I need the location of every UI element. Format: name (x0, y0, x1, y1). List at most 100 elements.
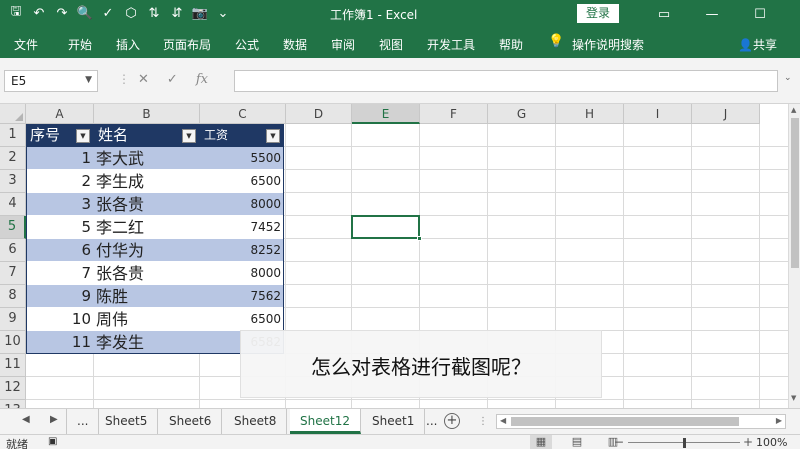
table-header-cell[interactable]: 工资 ▼ (200, 124, 284, 147)
table-cell-name[interactable]: 张各贵 (94, 193, 200, 216)
row-header-3[interactable]: 3 (0, 170, 26, 193)
table-cell-id[interactable]: 5 (26, 216, 94, 239)
vertical-scroll-thumb[interactable] (791, 118, 799, 268)
horizontal-scroll-thumb[interactable] (511, 417, 739, 426)
filter-dropdown-icon[interactable]: ▼ (76, 129, 90, 143)
table-cell-id[interactable]: 11 (26, 331, 94, 354)
share-button[interactable]: 👤共享 (738, 36, 777, 53)
close-icon[interactable]: ✕ (784, 0, 800, 28)
table-cell-salary[interactable]: 7562 (200, 285, 284, 308)
column-header-f[interactable]: F (420, 104, 488, 124)
vertical-scrollbar[interactable]: ▲ ▼ (788, 104, 800, 408)
table-header-cell[interactable]: 序号 ▼ (26, 124, 94, 147)
tab-page-layout[interactable]: 页面布局 (163, 36, 211, 53)
formula-bar-splitter-icon[interactable]: ⋮ (118, 72, 130, 86)
prev-sheet-icon[interactable]: ◀ (22, 414, 30, 425)
table-cell-id[interactable]: 9 (26, 285, 94, 308)
login-button[interactable]: 登录 (577, 4, 619, 23)
filter-dropdown-icon[interactable]: ▼ (266, 129, 280, 143)
table-cell-salary[interactable]: 8000 (200, 262, 284, 285)
spelling-icon[interactable]: ✓ (98, 3, 118, 23)
horizontal-scrollbar[interactable]: ◀ ▶ (496, 414, 786, 429)
sort-ascending-icon[interactable]: ⇅ (144, 3, 164, 23)
formula-input[interactable] (234, 70, 778, 92)
table-cell-name[interactable]: 李发生 (94, 331, 200, 354)
column-header-i[interactable]: I (624, 104, 692, 124)
camera-icon[interactable]: 📷 (190, 3, 210, 23)
select-all-button[interactable] (0, 104, 26, 124)
row-header-12[interactable]: 12 (0, 377, 26, 400)
table-cell-name[interactable]: 陈胜 (94, 285, 200, 308)
column-header-e[interactable]: E (352, 104, 420, 124)
column-header-j[interactable]: J (692, 104, 760, 124)
normal-view-icon[interactable]: ▦ (530, 435, 552, 449)
table-cell-salary[interactable]: 6500 (200, 170, 284, 193)
table-cell-id[interactable]: 7 (26, 262, 94, 285)
scroll-right-icon[interactable]: ▶ (776, 416, 782, 425)
filter-dropdown-icon[interactable]: ▼ (182, 129, 196, 143)
tab-home[interactable]: 开始 (68, 36, 92, 53)
row-header-9[interactable]: 9 (0, 308, 26, 331)
table-cell-id[interactable]: 6 (26, 239, 94, 262)
undo-icon[interactable]: ↶ (29, 3, 49, 23)
zoom-in-icon[interactable]: + (743, 435, 753, 449)
tell-me-search[interactable]: 操作说明搜索 (572, 36, 644, 53)
tab-review[interactable]: 审阅 (331, 36, 355, 53)
tab-insert[interactable]: 插入 (116, 36, 140, 53)
cancel-icon[interactable]: ✕ (138, 72, 149, 87)
customize-qat-icon[interactable]: ⌄ (213, 3, 233, 23)
tab-developer[interactable]: 开发工具 (427, 36, 475, 53)
tab-split-handle-icon[interactable]: ⋮ (478, 416, 488, 427)
share-workbook-icon[interactable]: ⬡ (121, 3, 141, 23)
table-cell-salary[interactable]: 5500 (200, 147, 284, 170)
tab-view[interactable]: 视图 (379, 36, 403, 53)
scroll-down-icon[interactable]: ▼ (791, 394, 796, 402)
column-header-d[interactable]: D (286, 104, 352, 124)
sheet-tab-sheet12[interactable]: Sheet12 (290, 409, 361, 434)
sheet-tab-sheet6[interactable]: Sheet6 (159, 409, 223, 434)
page-layout-view-icon[interactable]: ▤ (566, 435, 588, 449)
row-header-7[interactable]: 7 (0, 262, 26, 285)
column-header-b[interactable]: B (94, 104, 200, 124)
sheet-tab-sheet5[interactable]: Sheet5 (95, 409, 159, 434)
table-cell-id[interactable]: 10 (26, 308, 94, 331)
table-cell-name[interactable]: 李大武 (94, 147, 200, 170)
save-icon[interactable]: 🖫 (6, 3, 26, 23)
add-sheet-icon[interactable]: + (444, 413, 460, 429)
print-preview-icon[interactable]: 🔍 (75, 3, 95, 23)
tab-data[interactable]: 数据 (283, 36, 307, 53)
table-cell-salary[interactable]: 7452 (200, 216, 284, 239)
row-header-8[interactable]: 8 (0, 285, 26, 308)
zoom-slider-knob[interactable] (683, 438, 686, 448)
table-cell-salary[interactable]: 8000 (200, 193, 284, 216)
zoom-out-icon[interactable]: − (614, 435, 624, 449)
table-cell-id[interactable]: 2 (26, 170, 94, 193)
enter-icon[interactable]: ✓ (167, 72, 178, 87)
table-cell-id[interactable]: 1 (26, 147, 94, 170)
tab-formulas[interactable]: 公式 (235, 36, 259, 53)
table-cell-name[interactable]: 李生成 (94, 170, 200, 193)
sheet-tab-sheet8[interactable]: Sheet8 (224, 409, 288, 434)
row-header-10[interactable]: 10 (0, 331, 26, 354)
redo-icon[interactable]: ↷ (52, 3, 72, 23)
row-header-11[interactable]: 11 (0, 354, 26, 377)
sheet-tab-overflow-right[interactable]: ... (424, 409, 439, 434)
row-header-5[interactable]: 5 (0, 216, 26, 239)
tab-help[interactable]: 帮助 (499, 36, 523, 53)
fill-handle[interactable] (417, 236, 422, 241)
table-cell-name[interactable]: 付华为 (94, 239, 200, 262)
sheet-tab-sheet1[interactable]: Sheet1 (362, 409, 426, 434)
column-header-h[interactable]: H (556, 104, 624, 124)
tab-file[interactable]: 文件 (14, 36, 38, 53)
table-cell-salary[interactable]: 8252 (200, 239, 284, 262)
table-cell-name[interactable]: 李二红 (94, 216, 200, 239)
table-cell-id[interactable]: 3 (26, 193, 94, 216)
next-sheet-icon[interactable]: ▶ (50, 414, 58, 425)
row-header-1[interactable]: 1 (0, 124, 26, 147)
table-header-cell[interactable]: 姓名 ▼ (94, 124, 200, 147)
row-header-6[interactable]: 6 (0, 239, 26, 262)
name-box[interactable]: E5 ▼ (4, 70, 98, 92)
ribbon-display-options-icon[interactable]: ▭ (640, 0, 688, 28)
row-header-2[interactable]: 2 (0, 147, 26, 170)
column-header-g[interactable]: G (488, 104, 556, 124)
